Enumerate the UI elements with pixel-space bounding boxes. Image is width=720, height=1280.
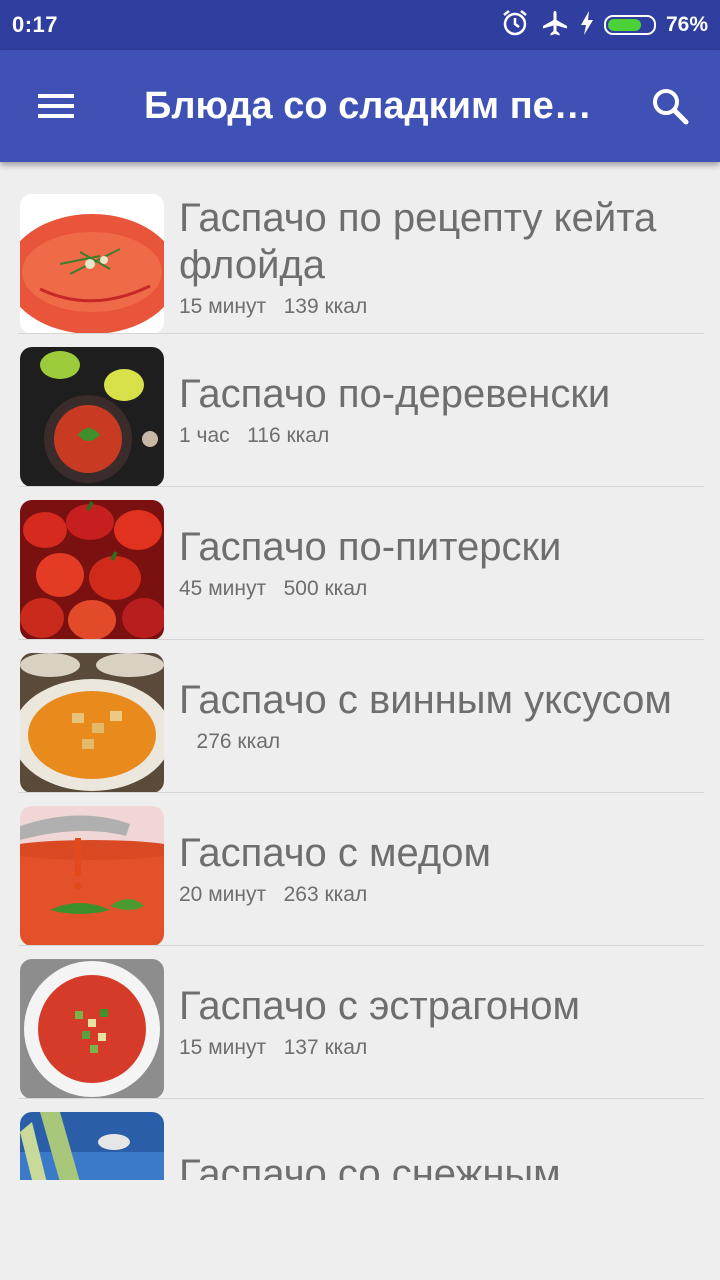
recipe-time: 20 минут — [179, 883, 267, 906]
search-button[interactable] — [620, 50, 720, 162]
recipe-thumbnail — [20, 1112, 164, 1180]
menu-button[interactable] — [0, 50, 112, 162]
recipe-meta: 276 ккал — [179, 730, 704, 754]
search-icon — [653, 89, 689, 125]
hamburger-icon — [38, 94, 74, 118]
recipe-kcal: 276 ккал — [196, 730, 281, 753]
recipe-time: 15 минут — [179, 1036, 267, 1059]
recipe-item[interactable]: Гаспачо с медом 20 минут 263 ккал — [0, 792, 720, 946]
recipe-thumbnail — [20, 653, 164, 793]
recipe-thumbnail — [20, 194, 164, 334]
status-time: 0:17 — [12, 12, 59, 37]
recipe-thumbnail — [20, 959, 164, 1099]
recipe-meta: 15 минут 139 ккал — [179, 295, 704, 319]
status-bar: 0:17 76% — [0, 0, 720, 50]
recipe-kcal: 116 ккал — [247, 424, 330, 447]
recipe-time: 1 час — [179, 424, 230, 447]
recipe-meta: 20 минут 263 ккал — [179, 883, 704, 907]
airplane-mode-icon — [540, 8, 570, 43]
recipe-name: Гаспачо с эстрагоном — [179, 984, 581, 1028]
recipe-meta: 15 минут 137 ккал — [179, 1036, 704, 1060]
recipe-name: Гаспачо с винным уксусом — [179, 678, 672, 722]
charging-icon — [580, 10, 594, 40]
recipe-time: 15 минут — [179, 294, 267, 318]
recipe-kcal: 137 ккал — [283, 1036, 368, 1059]
battery-icon — [603, 15, 656, 35]
app-bar: Блюда со сладким пер… — [0, 50, 720, 162]
battery-percent: 76% — [665, 13, 708, 36]
recipe-item[interactable]: Гаспачо с винным уксусом 276 ккал — [0, 639, 720, 793]
recipe-name: Гаспачо со снежным — [179, 1152, 561, 1180]
recipe-name: Гаспачо по рецепту кейта флойда — [179, 195, 657, 287]
recipe-name: Гаспачо по-деревенски — [179, 372, 611, 416]
page-title: Блюда со сладким пер… — [144, 84, 614, 127]
recipe-item[interactable]: Гаспачо по-деревенски 1 час 116 ккал — [0, 333, 720, 487]
alarm-icon — [500, 8, 530, 43]
recipe-kcal: 500 ккал — [283, 577, 368, 600]
recipe-item[interactable]: Гаспачо со снежным — [0, 1098, 720, 1180]
recipe-item[interactable]: Гаспачо по-питерски 45 минут 500 ккал — [0, 486, 720, 640]
recipe-kcal: 263 ккал — [283, 883, 368, 906]
recipe-time: 45 минут — [179, 577, 267, 600]
recipe-kcal: 139 ккал — [283, 294, 368, 318]
recipe-item[interactable]: Гаспачо с эстрагоном 15 минут 137 ккал — [0, 945, 720, 1099]
recipe-meta: 1 час 116 ккал — [179, 424, 704, 448]
recipe-item[interactable]: Гаспачо по рецепту кейта флойда 15 минут… — [0, 180, 720, 334]
recipe-thumbnail — [20, 806, 164, 946]
recipe-thumbnail — [20, 500, 164, 640]
recipe-name: Гаспачо по-питерски — [179, 525, 562, 569]
recipe-list[interactable]: Гаспачо по рецепту кейта флойда 15 минут… — [0, 180, 720, 1180]
recipe-meta: 45 минут 500 ккал — [179, 577, 704, 601]
recipe-name: Гаспачо с медом — [179, 831, 491, 875]
recipe-thumbnail — [20, 347, 164, 487]
